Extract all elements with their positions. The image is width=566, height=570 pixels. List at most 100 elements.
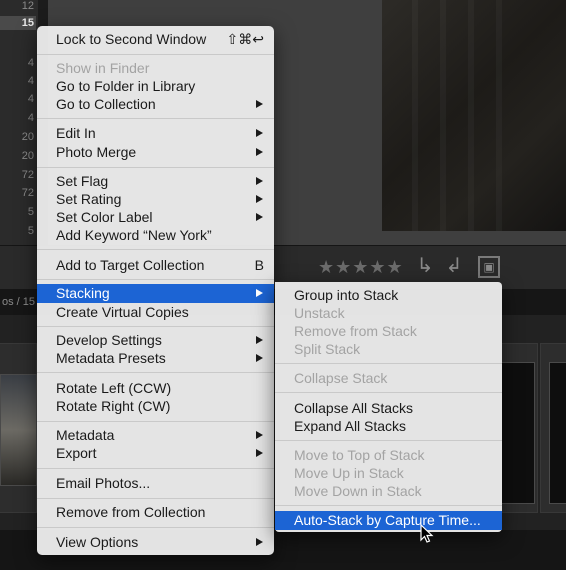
submenu-item-group-into-stack[interactable]: Group into Stack	[275, 286, 502, 304]
menu-item-label: Move to Top of Stack	[294, 447, 425, 463]
menu-item-label: Metadata Presets	[56, 350, 166, 366]
menu-item-develop-settings[interactable]: Develop Settings	[37, 331, 274, 349]
menu-separator	[37, 372, 274, 373]
menu-item-label: Remove from Collection	[56, 504, 206, 520]
folder-count: 72	[21, 187, 34, 199]
menu-item-set-rating[interactable]: Set Rating	[37, 190, 274, 208]
menu-item-label: Collapse All Stacks	[294, 400, 414, 416]
menu-item-shortcut: B	[254, 257, 264, 273]
menu-item-label: Create Virtual Copies	[56, 304, 189, 320]
menu-item-label: Expand All Stacks	[294, 418, 407, 434]
menu-item-label: Collapse Stack	[294, 370, 388, 386]
menu-item-label: Export	[56, 445, 97, 461]
collections-panel: 12 15 4 4 4 4 20 20 72 72 5 5	[0, 0, 38, 245]
menu-separator	[37, 54, 274, 55]
menu-item-go-to-folder[interactable]: Go to Folder in Library	[37, 77, 274, 95]
submenu-item-unstack: Unstack	[275, 304, 502, 322]
menu-separator	[37, 498, 274, 499]
menu-item-label: Go to Folder in Library	[56, 78, 196, 94]
submenu-arrow-icon	[256, 336, 263, 344]
menu-item-label: Group into Stack	[294, 287, 399, 303]
thumbnail-image[interactable]	[0, 374, 37, 486]
menu-separator	[37, 249, 274, 250]
menu-item-lock-to-second-window[interactable]: Lock to Second Window ⇧⌘↩	[37, 30, 274, 48]
submenu-arrow-icon	[256, 431, 263, 439]
folder-count: 20	[21, 131, 34, 143]
submenu-item-collapse-all-stacks[interactable]: Collapse All Stacks	[275, 399, 502, 417]
menu-item-label: Add to Target Collection	[56, 257, 205, 273]
submenu-arrow-icon	[256, 195, 263, 203]
submenu-item-expand-all-stacks[interactable]: Expand All Stacks	[275, 417, 502, 435]
menu-item-create-virtual-copies[interactable]: Create Virtual Copies	[37, 303, 274, 321]
submenu-item-split-stack: Split Stack	[275, 340, 502, 358]
menu-item-label: Move Down in Stack	[294, 483, 422, 499]
submenu-arrow-icon	[256, 177, 263, 185]
submenu-arrow-icon	[256, 148, 263, 156]
menu-item-label: Rotate Left (CCW)	[56, 380, 172, 396]
submenu-arrow-icon	[256, 289, 263, 297]
thumbnail-image[interactable]	[501, 362, 535, 504]
filmstrip-cell[interactable]	[0, 343, 37, 513]
menu-separator	[275, 392, 502, 393]
folder-count: 72	[21, 169, 34, 181]
menu-item-label: Set Rating	[56, 191, 122, 207]
menu-separator	[37, 527, 274, 528]
stacking-submenu: Group into Stack Unstack Remove from Sta…	[275, 282, 502, 532]
menu-item-rotate-right[interactable]: Rotate Right (CW)	[37, 397, 274, 415]
menu-item-photo-merge[interactable]: Photo Merge	[37, 143, 274, 161]
submenu-item-move-to-top: Move to Top of Stack	[275, 446, 502, 464]
folder-count: 12	[21, 0, 34, 12]
folder-count: 4	[27, 75, 34, 87]
crop-overlay-icon[interactable]: ▣	[478, 256, 500, 278]
context-menu: Lock to Second Window ⇧⌘↩ Show in Finder…	[37, 26, 274, 555]
menu-item-label: Set Flag	[56, 173, 109, 189]
menu-item-email-photos[interactable]: Email Photos...	[37, 474, 274, 492]
menu-item-set-flag[interactable]: Set Flag	[37, 172, 274, 190]
submenu-item-remove-from-stack: Remove from Stack	[275, 322, 502, 340]
menu-item-view-options[interactable]: View Options	[37, 533, 274, 551]
submenu-item-move-up: Move Up in Stack	[275, 464, 502, 482]
rating-stars[interactable]: ★★★★★	[318, 257, 404, 278]
menu-item-label: Edit In	[56, 125, 96, 141]
menu-item-remove-from-collection[interactable]: Remove from Collection	[37, 503, 274, 521]
menu-item-go-to-collection[interactable]: Go to Collection	[37, 95, 274, 113]
menu-separator	[275, 505, 502, 506]
menu-separator	[37, 167, 274, 168]
folder-count: 5	[27, 225, 34, 237]
menu-item-label: Email Photos...	[56, 475, 151, 491]
menu-item-label: Move Up in Stack	[294, 465, 404, 481]
menu-item-label: Go to Collection	[56, 96, 156, 112]
rotate-right-icon[interactable]: ↲	[442, 254, 466, 278]
menu-separator	[37, 118, 274, 119]
menu-item-set-color-label[interactable]: Set Color Label	[37, 208, 274, 226]
rotate-left-icon[interactable]: ↳	[413, 254, 437, 278]
menu-item-export[interactable]: Export	[37, 444, 274, 462]
filmstrip-cell[interactable]	[540, 343, 566, 513]
thumbnail-image[interactable]	[549, 362, 566, 504]
preview-image	[382, 0, 566, 231]
filmstrip-cell[interactable]	[496, 343, 538, 513]
folder-count: 4	[27, 93, 34, 105]
menu-item-stacking[interactable]: Stacking	[37, 284, 274, 303]
menu-item-label: Metadata	[56, 427, 115, 443]
submenu-arrow-icon	[256, 538, 263, 546]
menu-item-label: Auto-Stack by Capture Time...	[294, 512, 481, 528]
menu-item-add-keyword[interactable]: Add Keyword “New York”	[37, 226, 274, 244]
menu-item-label: Stacking	[56, 285, 110, 301]
menu-item-label: Add Keyword “New York”	[56, 227, 212, 243]
submenu-item-auto-stack[interactable]: Auto-Stack by Capture Time...	[275, 511, 502, 530]
menu-item-label: Remove from Stack	[294, 323, 417, 339]
folder-count: 20	[21, 150, 34, 162]
menu-separator	[37, 279, 274, 280]
menu-item-edit-in[interactable]: Edit In	[37, 124, 274, 142]
submenu-item-collapse-stack: Collapse Stack	[275, 369, 502, 387]
menu-item-add-to-target-collection[interactable]: Add to Target Collection B	[37, 256, 274, 274]
submenu-arrow-icon	[256, 129, 263, 137]
folder-count[interactable]: 15	[22, 17, 34, 29]
menu-item-rotate-left[interactable]: Rotate Left (CCW)	[37, 379, 274, 397]
folder-count: 4	[27, 112, 34, 124]
menu-item-metadata-presets[interactable]: Metadata Presets	[37, 349, 274, 367]
menu-item-metadata[interactable]: Metadata	[37, 426, 274, 444]
menu-item-show-in-finder: Show in Finder	[37, 59, 274, 77]
menu-separator	[275, 440, 502, 441]
